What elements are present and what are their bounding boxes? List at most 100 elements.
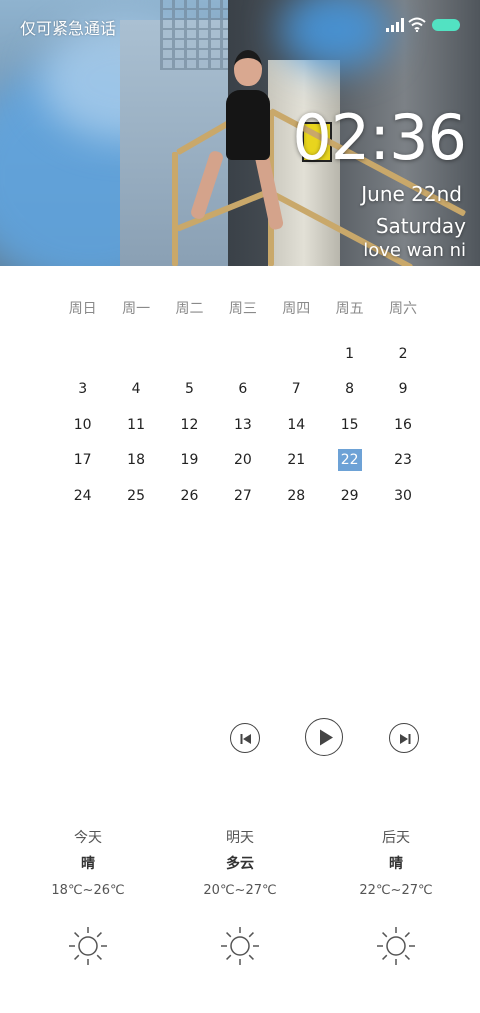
calendar-empty-cell <box>270 346 323 362</box>
calendar-day-number: 18 <box>127 452 145 469</box>
weekday-label: 周二 <box>175 301 204 317</box>
calendar-day-cell[interactable]: 20 <box>216 449 269 471</box>
calendar-day-cell[interactable]: 5 <box>163 378 216 400</box>
calendar-day-cell[interactable]: 7 <box>270 378 323 400</box>
emergency-call-text: 仅可紧急通话 <box>20 19 117 38</box>
calendar-day-number: 29 <box>340 487 359 504</box>
lockscreen-wallpaper: 仅可紧急通话 02:36 June 22nd Saturday love wan… <box>0 0 480 266</box>
lockscreen-signature: love wan ni <box>363 240 466 261</box>
weather-temp-range: 18℃~26℃ <box>51 883 125 898</box>
weekday-label: 周三 <box>228 301 257 317</box>
calendar-day-cell[interactable]: 3 <box>56 378 109 400</box>
calendar-day-cell[interactable]: 17 <box>56 449 109 471</box>
calendar-day-cell[interactable]: 27 <box>216 485 269 507</box>
calendar-day-cell[interactable]: 19 <box>163 449 216 471</box>
sun-icon <box>221 927 259 965</box>
calendar-day-number: 11 <box>127 416 145 433</box>
calendar-day-cell[interactable]: 12 <box>163 414 216 436</box>
weather-temp-range: 20℃~27℃ <box>203 883 277 898</box>
calendar-day-number: 22 <box>337 449 362 472</box>
calendar-week-row: 24 25 26 27 28 29 30 <box>56 478 430 514</box>
calendar-today-cell[interactable]: 22 <box>323 449 376 472</box>
weekday-label: 周六 <box>389 301 418 317</box>
wallpaper-railing <box>172 152 178 266</box>
calendar-day-number: 7 <box>291 381 301 398</box>
weekday-label: 周日 <box>68 301 97 317</box>
weather-condition: 晴 <box>389 856 403 872</box>
weather-day: 今天 晴 18℃~26℃ <box>18 826 158 968</box>
weather-temp-range: 22℃~27℃ <box>359 883 433 898</box>
wallpaper-person <box>226 90 270 160</box>
music-controls <box>0 718 480 758</box>
calendar-day-number: 25 <box>127 487 145 504</box>
calendar-empty-cell <box>163 346 216 362</box>
skip-previous-button[interactable] <box>230 723 260 753</box>
calendar-day-cell[interactable]: 24 <box>56 485 109 507</box>
calendar-day-number: 19 <box>180 452 199 469</box>
calendar-day-cell[interactable]: 26 <box>163 485 216 507</box>
calendar-day-number: 21 <box>287 452 306 469</box>
calendar-day-cell[interactable]: 29 <box>323 485 376 507</box>
calendar-day-number: 13 <box>233 416 252 433</box>
lockscreen-clock: 02:36 <box>292 101 467 174</box>
calendar-day-cell[interactable]: 4 <box>109 378 162 400</box>
calendar-day-cell[interactable]: 6 <box>216 378 269 400</box>
lockscreen-weekday: Saturday <box>375 214 466 238</box>
weekday-label: 周四 <box>282 301 311 317</box>
calendar-empty-cell <box>216 346 269 362</box>
calendar-empty-cell <box>109 346 162 362</box>
calendar-weekday-header: 周日 周一 周二 周三 周四 周五 周六 <box>56 294 430 322</box>
calendar-day-number: 28 <box>287 487 306 504</box>
calendar-day-cell[interactable]: 16 <box>376 414 429 436</box>
calendar-day-number: 6 <box>238 381 248 398</box>
calendar-day-number: 20 <box>233 452 252 469</box>
calendar-day-number: 4 <box>131 381 141 398</box>
calendar: 周日 周一 周二 周三 周四 周五 周六 1 2 3 4 5 6 7 8 9 10 11 12 13 14… <box>56 294 430 514</box>
calendar-day-cell[interactable]: 1 <box>323 343 376 365</box>
play-button[interactable] <box>305 718 343 756</box>
calendar-day-cell[interactable]: 30 <box>376 485 429 507</box>
skip-next-icon <box>400 734 411 744</box>
calendar-day-number: 26 <box>180 487 199 504</box>
calendar-day-number: 5 <box>185 381 194 398</box>
lockscreen-date: June 22nd <box>361 182 462 206</box>
calendar-day-number: 12 <box>180 416 199 433</box>
calendar-day-number: 8 <box>345 381 355 398</box>
calendar-day-cell[interactable]: 10 <box>56 414 109 436</box>
calendar-day-cell[interactable]: 8 <box>323 378 376 400</box>
weather-condition: 多云 <box>226 856 254 872</box>
calendar-empty-cell <box>56 346 109 362</box>
calendar-day-cell[interactable]: 2 <box>376 343 429 365</box>
play-icon <box>320 729 333 746</box>
calendar-grid: 1 2 3 4 5 6 7 8 9 10 11 12 13 14 15 16 17 18 19 20 21 22 23 24 2… <box>56 336 430 514</box>
calendar-day-number: 15 <box>340 416 359 433</box>
wifi-icon <box>408 17 426 32</box>
calendar-day-number: 9 <box>398 381 408 398</box>
skip-previous-icon <box>240 734 251 744</box>
calendar-day-cell[interactable]: 14 <box>270 414 323 436</box>
calendar-day-number: 3 <box>78 381 88 398</box>
calendar-day-number: 23 <box>394 452 412 469</box>
calendar-day-cell[interactable]: 28 <box>270 485 323 507</box>
wallpaper-person <box>234 50 262 86</box>
calendar-day-cell[interactable]: 9 <box>376 378 429 400</box>
calendar-day-cell[interactable]: 15 <box>323 414 376 436</box>
calendar-day-cell[interactable]: 25 <box>109 485 162 507</box>
calendar-day-number: 14 <box>287 416 306 433</box>
calendar-day-number: 2 <box>398 345 408 362</box>
calendar-day-cell[interactable]: 11 <box>109 414 162 436</box>
calendar-day-cell[interactable]: 23 <box>376 449 429 471</box>
calendar-week-row: 3 4 5 6 7 8 9 <box>56 372 430 408</box>
weather-condition: 晴 <box>81 856 95 872</box>
calendar-day-number: 10 <box>73 416 92 433</box>
calendar-day-cell[interactable]: 18 <box>109 449 162 471</box>
sun-icon <box>69 927 107 965</box>
status-bar: 仅可紧急通话 <box>0 0 480 50</box>
calendar-day-cell[interactable]: 21 <box>270 449 323 471</box>
calendar-day-cell[interactable]: 13 <box>216 414 269 436</box>
weekday-label: 周五 <box>335 301 364 317</box>
weather-day-label: 今天 <box>74 830 102 846</box>
calendar-week-row: 12 <box>56 336 430 372</box>
skip-next-button[interactable] <box>389 723 419 753</box>
weekday-label: 周一 <box>122 301 151 317</box>
